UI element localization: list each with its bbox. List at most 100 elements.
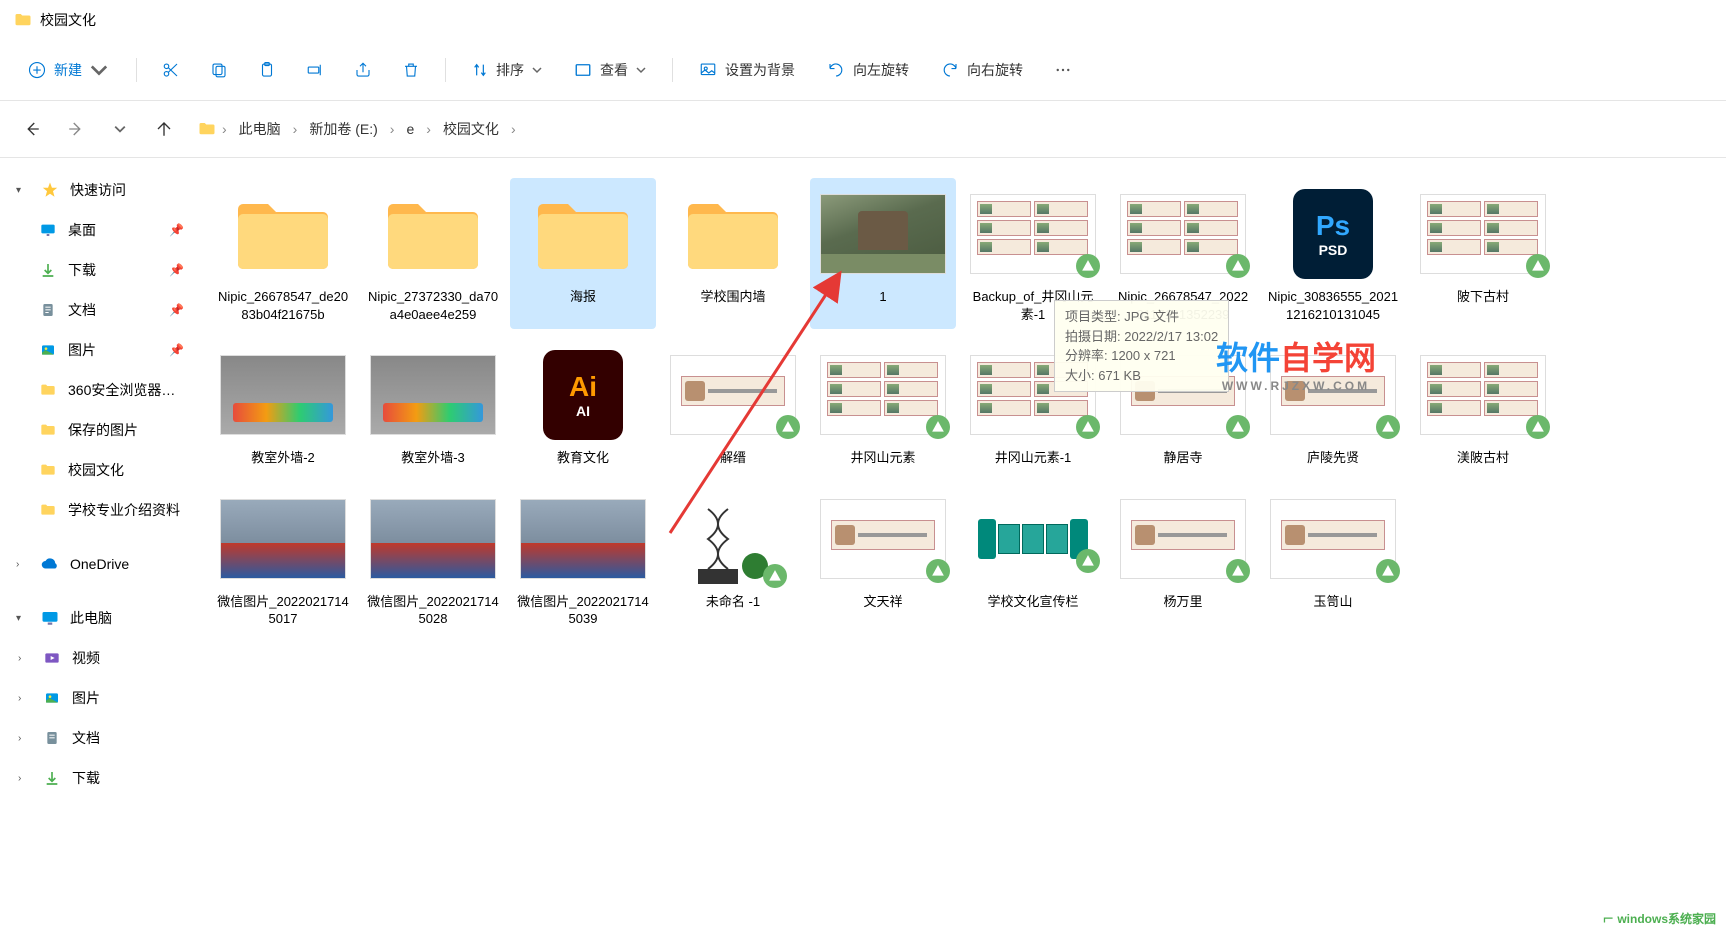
sidebar-label: 桌面 [68,220,159,240]
file-name: 教室外墙-2 [251,449,315,467]
share-button[interactable] [343,50,383,90]
more-button[interactable] [1043,50,1083,90]
file-item[interactable]: 1 [810,178,956,329]
sidebar-item-downloads[interactable]: › 下载 [0,758,200,798]
download-icon [42,768,62,788]
file-item[interactable]: 学校文化宣传栏 [960,483,1106,634]
desktop-icon [38,220,58,240]
sidebar-item-documents[interactable]: 文档 📌 [0,290,200,330]
copy-button[interactable] [199,50,239,90]
file-item[interactable]: 教室外墙-3 [360,339,506,473]
file-item[interactable]: 微信图片_20220217145017 [210,483,356,634]
file-item[interactable]: Nipic_27372330_da70a4e0aee4e259 [360,178,506,329]
sidebar-item-videos[interactable]: › 视频 [0,638,200,678]
set-bg-label: 设置为背景 [725,60,795,80]
back-button[interactable] [14,111,50,147]
delete-button[interactable] [391,50,431,90]
sidebar-item-pictures[interactable]: 图片 📌 [0,330,200,370]
file-thumbnail [1268,489,1398,589]
file-item[interactable]: PsPSD Nipic_30836555_20211216210131045 [1260,178,1406,329]
file-name: 海报 [570,288,596,306]
chevron-down-icon: ▾ [16,613,30,624]
breadcrumb-item[interactable]: 此电脑 [233,115,287,143]
sidebar-label: 视频 [72,648,184,668]
file-item[interactable]: 庐陵先贤 [1260,339,1406,473]
file-item[interactable]: 学校围内墙 [660,178,806,329]
content-area[interactable]: Nipic_26678547_de2083b04f21675b Nipic_273… [200,158,1726,940]
rotate-left-icon [827,61,845,79]
logo-icon: ⌐ [1603,908,1614,929]
file-thumbnail: PsPSD [1268,184,1398,284]
picture-icon [699,61,717,79]
sidebar-item-documents[interactable]: › 文档 [0,718,200,758]
file-item[interactable]: Backup_of_井冈山元素-1 [960,178,1106,329]
sidebar-item-desktop[interactable]: 桌面 📌 [0,210,200,250]
file-item[interactable]: 文天祥 [810,483,956,634]
rotate-right-button[interactable]: 向右旋转 [929,52,1035,88]
chevron-down-icon [90,61,108,79]
sidebar-item-folder[interactable]: 360安全浏览器下载 [0,370,200,410]
up-button[interactable] [146,111,182,147]
file-name: 庐陵先贤 [1307,449,1359,467]
file-item[interactable]: 教室外墙-2 [210,339,356,473]
file-item[interactable]: 陂下古村 [1410,178,1556,329]
sidebar-item-pictures[interactable]: › 图片 [0,678,200,718]
file-item[interactable]: 微信图片_20220217145028 [360,483,506,634]
breadcrumb-item[interactable]: 新加卷 (E:) [303,115,383,143]
address-bar[interactable]: › 此电脑 › 新加卷 (E:) › e › 校园文化 › [190,111,1712,147]
file-thumbnail [1418,345,1548,445]
file-thumbnail: AiAI [518,345,648,445]
file-name: 陂下古村 [1457,288,1509,306]
file-name: Nipic_30836555_20211216210131045 [1266,288,1400,323]
more-icon [1054,61,1072,79]
sidebar-item-folder[interactable]: 保存的图片 [0,410,200,450]
file-item[interactable]: 渼陂古村 [1410,339,1556,473]
breadcrumb-item[interactable]: e [400,117,420,141]
file-item[interactable]: 海报 [510,178,656,329]
file-item[interactable]: 井冈山元素-1 [960,339,1106,473]
file-thumbnail [668,345,798,445]
breadcrumb-item[interactable]: 校园文化 [437,115,505,143]
sidebar-item-downloads[interactable]: 下载 📌 [0,250,200,290]
set-background-button[interactable]: 设置为背景 [687,52,807,88]
rotate-left-button[interactable]: 向左旋转 [815,52,921,88]
file-name: 渼陂古村 [1457,449,1509,467]
picture-icon [42,688,62,708]
sidebar-onedrive[interactable]: › OneDrive [0,544,200,584]
file-thumbnail [218,345,348,445]
sort-button[interactable]: 排序 [460,52,554,88]
file-item[interactable]: 解缙 [660,339,806,473]
breadcrumb-separator: › [388,121,397,137]
file-item[interactable]: 静居寺 [1110,339,1256,473]
sidebar-label: 360安全浏览器下载 [68,380,184,400]
file-item[interactable]: AiAI教育文化 [510,339,656,473]
folder-icon [38,460,58,480]
file-item[interactable]: 未命名 -1 [660,483,806,634]
paste-button[interactable] [247,50,287,90]
new-button[interactable]: 新建 [14,52,122,88]
sidebar-quick-access[interactable]: ▾ 快速访问 [0,170,200,210]
file-item[interactable]: 玉笥山 [1260,483,1406,634]
rename-button[interactable] [295,50,335,90]
sidebar-this-pc[interactable]: ▾ 此电脑 [0,598,200,638]
title-bar: 校园文化 [0,0,1726,40]
recent-button[interactable] [102,111,138,147]
view-button[interactable]: 查看 [562,52,658,88]
chevron-right-icon: › [18,733,32,744]
file-item[interactable]: 井冈山元素 [810,339,956,473]
download-icon [38,260,58,280]
sidebar-item-folder[interactable]: 校园文化 [0,450,200,490]
file-name: 解缙 [720,449,746,467]
file-item[interactable]: Nipic_26678547_de2083b04f21675b [210,178,356,329]
sidebar-item-folder[interactable]: 学校专业介绍资料 [0,490,200,530]
file-name: 1 [879,288,886,306]
new-button-label: 新建 [54,60,82,80]
file-item[interactable]: 微信图片_20220217145039 [510,483,656,634]
forward-button[interactable] [58,111,94,147]
cut-button[interactable] [151,50,191,90]
document-icon [38,300,58,320]
file-name: Nipic_26678547_20220117131352239 [1116,288,1250,323]
file-item[interactable]: Nipic_26678547_20220117131352239 [1110,178,1256,329]
file-name: Nipic_26678547_de2083b04f21675b [216,288,350,323]
file-item[interactable]: 杨万里 [1110,483,1256,634]
